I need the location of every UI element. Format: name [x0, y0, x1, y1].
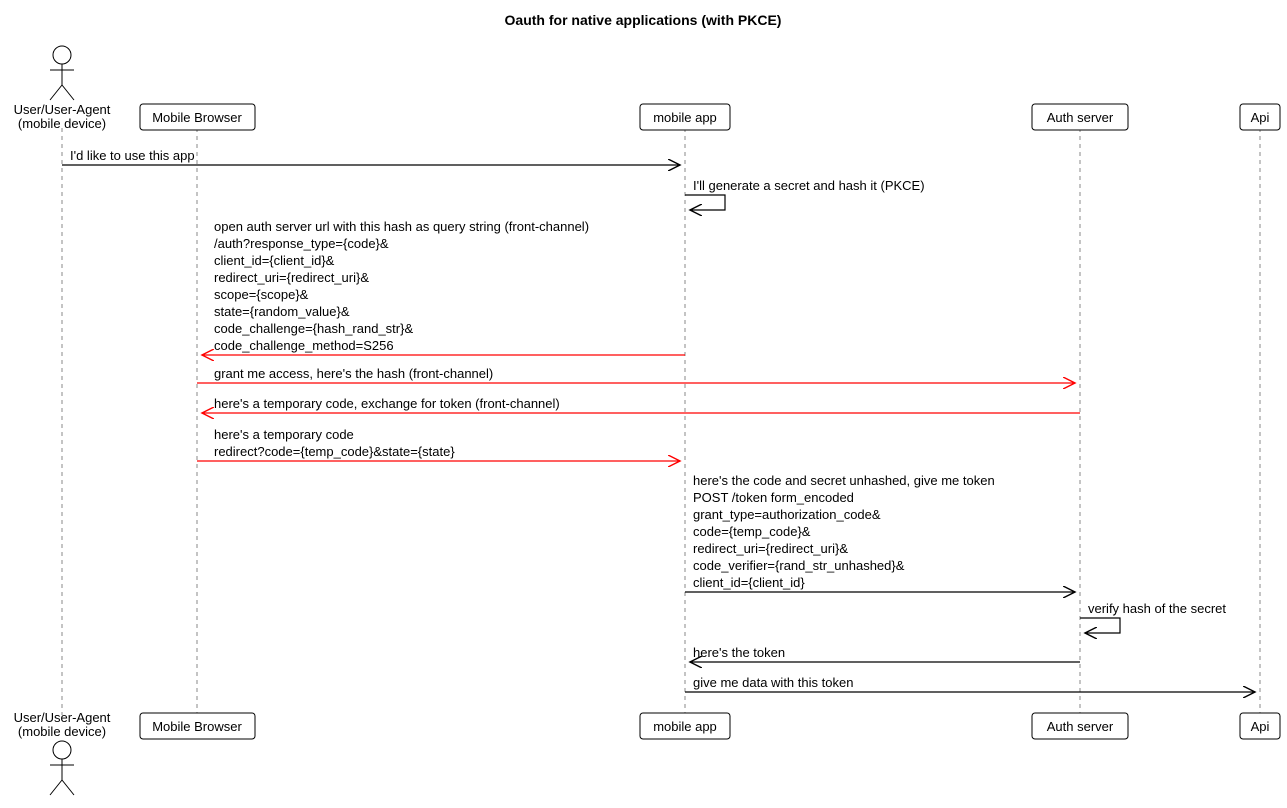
participant-auth-bottom: Auth server	[1032, 713, 1128, 739]
svg-text:Api: Api	[1251, 719, 1270, 734]
msg-grant-access: grant me access, here's the hash (front-…	[214, 366, 493, 381]
msg-get-data: give me data with this token	[693, 675, 853, 690]
svg-text:(mobile device): (mobile device)	[18, 116, 106, 131]
svg-text:/auth?response_type={code}&: /auth?response_type={code}&	[214, 236, 389, 251]
actor-top: User/User-Agent (mobile device)	[14, 46, 111, 131]
msg-generate-secret: I'll generate a secret and hash it (PKCE…	[693, 178, 925, 193]
svg-text:User/User-Agent: User/User-Agent	[14, 102, 111, 117]
svg-text:redirect?code={temp_code}&stat: redirect?code={temp_code}&state={state}	[214, 444, 455, 459]
svg-text:scope={scope}&: scope={scope}&	[214, 287, 309, 302]
svg-text:Mobile Browser: Mobile Browser	[152, 719, 242, 734]
svg-text:client_id={client_id}: client_id={client_id}	[693, 575, 805, 590]
svg-text:redirect_uri={redirect_uri}&: redirect_uri={redirect_uri}&	[214, 270, 369, 285]
msg-open-auth-url: open auth server url with this hash as q…	[214, 219, 589, 353]
svg-text:POST /token form_encoded: POST /token form_encoded	[693, 490, 854, 505]
msg-token-request: here's the code and secret unhashed, giv…	[693, 473, 995, 590]
msg-redirect-temp-code: here's a temporary code redirect?code={t…	[214, 427, 455, 459]
svg-text:User/User-Agent: User/User-Agent	[14, 710, 111, 725]
svg-text:(mobile device): (mobile device)	[18, 724, 106, 739]
svg-text:here's a temporary code: here's a temporary code	[214, 427, 354, 442]
arrow-self-pkce	[685, 195, 725, 210]
actor-bottom: User/User-Agent (mobile device)	[14, 710, 111, 795]
participant-auth-top: Auth server	[1032, 104, 1128, 130]
svg-text:here's the code and secret unh: here's the code and secret unhashed, giv…	[693, 473, 995, 488]
svg-text:Mobile Browser: Mobile Browser	[152, 110, 242, 125]
svg-text:Auth server: Auth server	[1047, 110, 1114, 125]
participant-api-bottom: Api	[1240, 713, 1280, 739]
svg-text:client_id={client_id}&: client_id={client_id}&	[214, 253, 335, 268]
svg-text:grant_type=authorization_code&: grant_type=authorization_code&	[693, 507, 881, 522]
svg-text:code={temp_code}&: code={temp_code}&	[693, 524, 811, 539]
msg-temp-code-back: here's a temporary code, exchange for to…	[214, 396, 560, 411]
arrow-self-verify	[1080, 618, 1120, 633]
participant-app-bottom: mobile app	[640, 713, 730, 739]
msg-verify-hash: verify hash of the secret	[1088, 601, 1226, 616]
svg-text:redirect_uri={redirect_uri}&: redirect_uri={redirect_uri}&	[693, 541, 848, 556]
diagram-title: Oauth for native applications (with PKCE…	[505, 12, 782, 28]
participant-app-top: mobile app	[640, 104, 730, 130]
svg-text:mobile app: mobile app	[653, 110, 717, 125]
svg-text:state={random_value}&: state={random_value}&	[214, 304, 350, 319]
svg-text:Auth server: Auth server	[1047, 719, 1114, 734]
participant-browser-bottom: Mobile Browser	[140, 713, 255, 739]
svg-text:code_challenge_method=S256: code_challenge_method=S256	[214, 338, 394, 353]
svg-text:open auth server url with this: open auth server url with this hash as q…	[214, 219, 589, 234]
msg-token: here's the token	[693, 645, 785, 660]
svg-text:code_verifier={rand_str_unhash: code_verifier={rand_str_unhashed}&	[693, 558, 905, 573]
svg-text:mobile app: mobile app	[653, 719, 717, 734]
svg-text:Api: Api	[1251, 110, 1270, 125]
msg-use-app: I'd like to use this app	[70, 148, 195, 163]
participant-browser-top: Mobile Browser	[140, 104, 255, 130]
svg-text:code_challenge={hash_rand_str}: code_challenge={hash_rand_str}&	[214, 321, 413, 336]
sequence-diagram: Oauth for native applications (with PKCE…	[0, 0, 1287, 808]
participant-api-top: Api	[1240, 104, 1280, 130]
